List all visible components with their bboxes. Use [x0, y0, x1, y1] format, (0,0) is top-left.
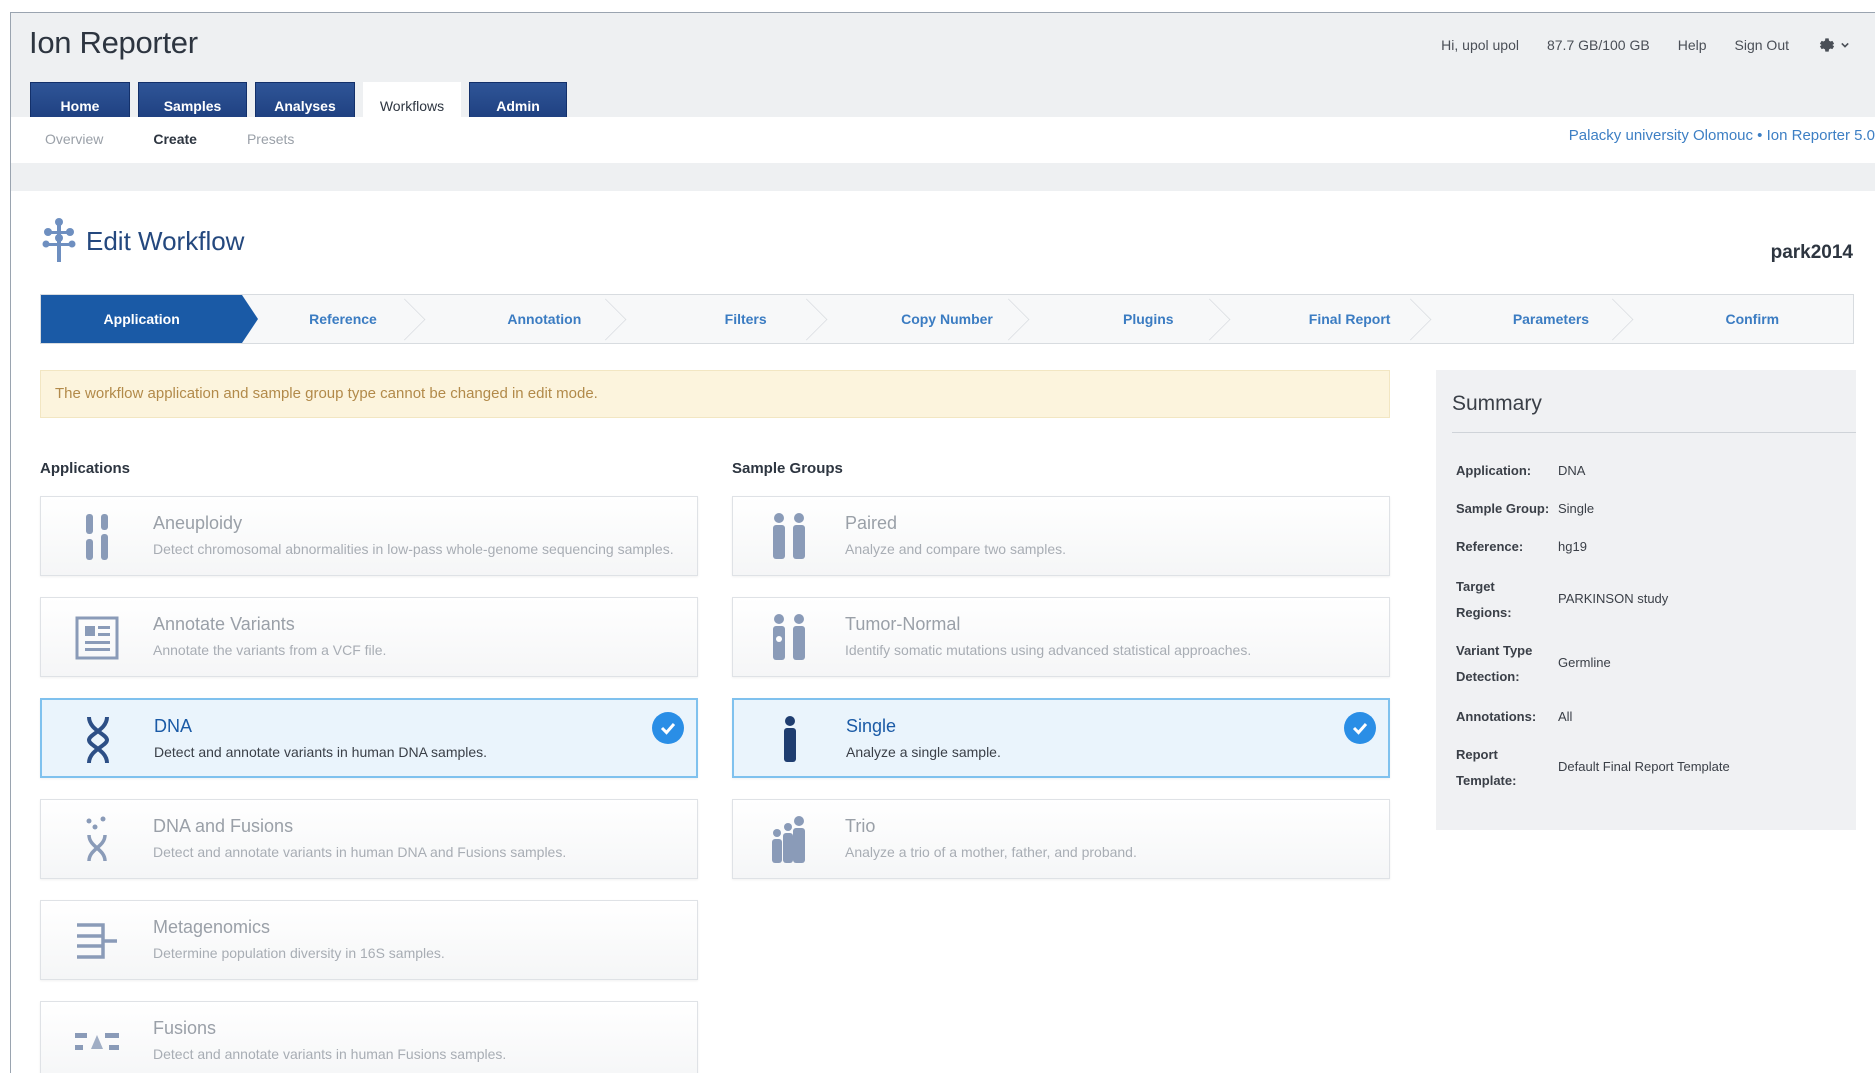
card-description: Analyze a trio of a mother, father, and … [845, 844, 1137, 860]
card-description: Detect and annotate variants in human DN… [154, 744, 488, 760]
summary-value: PARKINSON study [1558, 591, 1669, 606]
storage-usage: 87.7 GB/100 GB [1546, 37, 1650, 53]
user-greeting[interactable]: Hi, upol upol [1441, 37, 1519, 53]
step-parameters[interactable]: Parameters [1450, 295, 1651, 343]
subnav-presets[interactable]: Presets [247, 131, 294, 147]
summary-label: Variant Type Detection: [1456, 643, 1533, 684]
step-application[interactable]: Application [41, 295, 259, 343]
card-description: Detect and annotate variants in human DN… [153, 844, 567, 860]
sample-group-single[interactable]: Single Analyze a single sample. [732, 698, 1390, 778]
summary-value: DNA [1558, 463, 1586, 478]
card-title: Metagenomics [153, 917, 271, 937]
summary-divider [1452, 432, 1856, 433]
tumor-normal-icon [763, 612, 815, 664]
workflow-name: park2014 [1770, 242, 1853, 263]
dna-fusion-icon [71, 814, 123, 866]
application-metagenomics[interactable]: Metagenomics Determine population divers… [40, 900, 698, 980]
card-title: Tumor-Normal [845, 614, 961, 634]
settings-menu[interactable] [1817, 35, 1849, 55]
sub-navigation: Overview Create Presets Palacky universi… [11, 117, 1875, 163]
checkmark-icon [652, 712, 684, 744]
application-dna-and-fusions[interactable]: DNA and Fusions Detect and annotate vari… [40, 799, 698, 879]
card-title: Fusions [153, 1018, 217, 1038]
summary-label: Sample Group: [1456, 501, 1550, 516]
card-description: Analyze a single sample. [846, 744, 1001, 760]
top-links: Hi, upol upol 87.7 GB/100 GB Help Sign O… [1441, 35, 1849, 55]
card-title: DNA and Fusions [153, 816, 294, 836]
application-annotate-variants[interactable]: Annotate Variants Annotate the variants … [40, 597, 698, 677]
trio-people-icon [763, 814, 815, 866]
card-description: Annotate the variants from a VCF file. [153, 642, 387, 658]
summary-panel: Summary Application: DNA Sample Group: S… [1436, 370, 1856, 830]
step-confirm[interactable]: Confirm [1652, 295, 1853, 343]
summary-title: Summary [1452, 392, 1542, 415]
subnav-overview[interactable]: Overview [45, 131, 103, 147]
step-plugins[interactable]: Plugins [1048, 295, 1249, 343]
step-annotation[interactable]: Annotation [444, 295, 645, 343]
application-fusions[interactable]: Fusions Detect and annotate variants in … [40, 1001, 698, 1073]
checkmark-icon [1344, 712, 1376, 744]
summary-label: Annotations: [1456, 709, 1537, 724]
sign-out-link[interactable]: Sign Out [1735, 37, 1789, 53]
card-title: Single [846, 716, 897, 736]
help-link[interactable]: Help [1678, 37, 1707, 53]
edit-mode-notice: The workflow application and sample grou… [40, 370, 1390, 418]
fusions-icon [71, 1016, 123, 1068]
card-description: Detect and annotate variants in human Fu… [153, 1046, 507, 1062]
app-header: Ion Reporter Hi, upol upol 87.7 GB/100 G… [11, 13, 1875, 130]
card-description: Identify somatic mutations using advance… [845, 642, 1252, 658]
page-heading: Edit Workflow [42, 218, 244, 264]
paired-people-icon [763, 511, 815, 563]
card-title: Annotate Variants [153, 614, 295, 634]
dna-icon [72, 714, 124, 766]
page-title: Edit Workflow [86, 225, 245, 256]
metagenomics-icon [71, 915, 123, 967]
chromosome-icon [71, 511, 123, 563]
summary-label: Reference: [1456, 539, 1524, 554]
card-title: Paired [845, 513, 898, 533]
sample-group-trio[interactable]: Trio Analyze a trio of a mother, father,… [732, 799, 1390, 879]
single-person-icon [764, 714, 816, 766]
summary-value: Germline [1558, 655, 1611, 670]
card-description: Analyze and compare two samples. [845, 541, 1066, 557]
summary-label: Application: [1456, 463, 1532, 478]
sample-group-tumor-normal[interactable]: Tumor-Normal Identify somatic mutations … [732, 597, 1390, 677]
summary-value: hg19 [1558, 539, 1587, 554]
summary-value: Default Final Report Template [1558, 759, 1730, 774]
application-dna[interactable]: DNA Detect and annotate variants in huma… [40, 698, 698, 778]
applications-heading: Applications [40, 460, 131, 477]
step-reference[interactable]: Reference [242, 295, 443, 343]
breadcrumb[interactable]: Palacky university Olomouc • Ion Reporte… [1569, 127, 1875, 144]
card-title: Aneuploidy [153, 513, 243, 533]
step-filters[interactable]: Filters [645, 295, 846, 343]
step-final-report[interactable]: Final Report [1249, 295, 1450, 343]
summary-value: Single [1558, 501, 1595, 516]
card-description: Determine population diversity in 16S sa… [153, 945, 445, 961]
summary-label: Report Template: [1456, 747, 1517, 788]
card-title: DNA [154, 716, 193, 736]
card-title: Trio [845, 816, 876, 836]
chevron-down-icon [1841, 42, 1849, 48]
workflow-stepper: Application Reference Annotation Filters… [40, 294, 1854, 344]
application-aneuploidy[interactable]: Aneuploidy Detect chromosomal abnormalit… [40, 496, 698, 576]
gear-icon [1819, 38, 1835, 52]
subnav-create[interactable]: Create [153, 131, 197, 147]
sample-group-paired[interactable]: Paired Analyze and compare two samples. [732, 496, 1390, 576]
sample-groups-heading: Sample Groups [732, 460, 843, 477]
workflow-tree-icon [42, 218, 76, 262]
summary-value: All [1558, 709, 1573, 724]
step-copy-number[interactable]: Copy Number [846, 295, 1047, 343]
document-icon [71, 612, 123, 664]
summary-label: Target Regions: [1456, 579, 1512, 620]
app-title: Ion Reporter [29, 25, 198, 60]
header-divider [11, 163, 1875, 191]
card-description: Detect chromosomal abnormalities in low-… [153, 541, 674, 557]
